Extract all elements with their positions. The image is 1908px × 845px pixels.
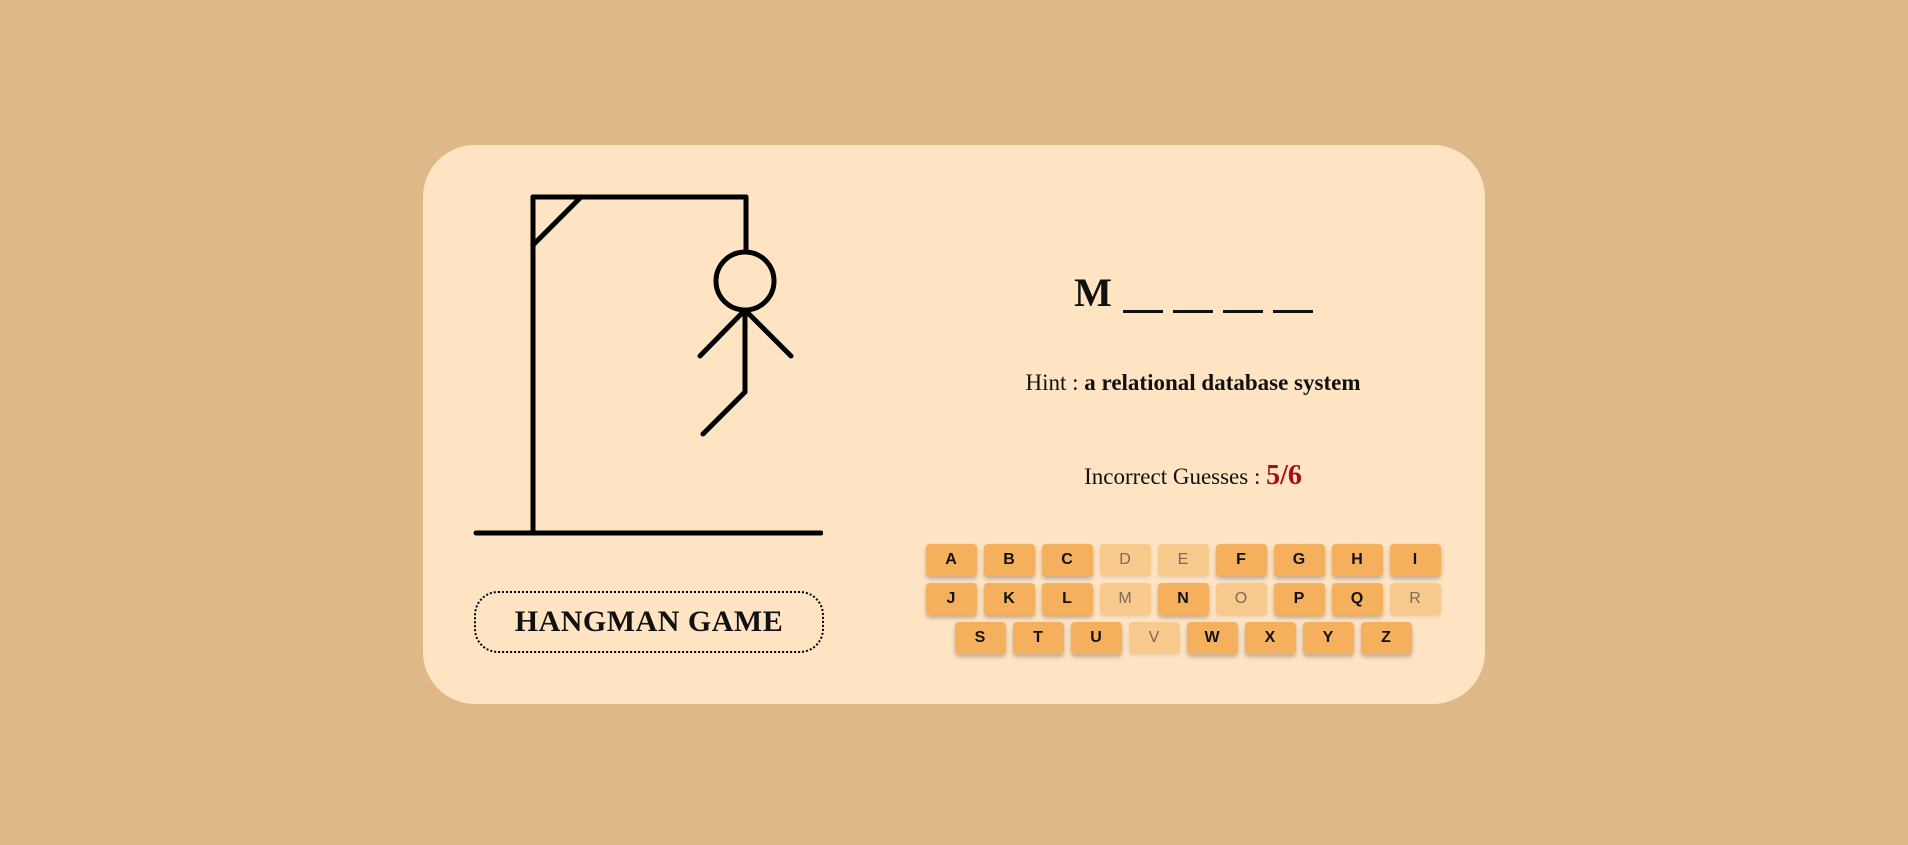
hint-text: a relational database system	[1084, 370, 1361, 395]
hangman-left-leg	[700, 389, 748, 437]
gallows-brace	[530, 194, 584, 248]
hangman-left-arm	[697, 307, 748, 359]
key-o-button: O	[1215, 583, 1267, 615]
key-a-button[interactable]: A	[925, 544, 977, 576]
key-s-button[interactable]: S	[954, 622, 1006, 654]
word-blank	[1123, 273, 1163, 313]
word-display: M	[1033, 253, 1353, 313]
hint: Hint : a relational database system	[983, 370, 1403, 396]
word-letter: M	[1074, 270, 1112, 315]
key-l-button[interactable]: L	[1041, 583, 1093, 615]
key-t-button[interactable]: T	[1012, 622, 1064, 654]
keyboard-row: JKLMNOPQR	[913, 583, 1453, 615]
word-blank	[1173, 273, 1213, 313]
key-w-button[interactable]: W	[1186, 622, 1238, 654]
key-f-button[interactable]: F	[1215, 544, 1267, 576]
key-c-button[interactable]: C	[1041, 544, 1093, 576]
incorrect-guesses-count: 5/6	[1266, 460, 1302, 491]
hint-label: Hint :	[1025, 370, 1085, 395]
hangman-drawing	[473, 194, 823, 536]
key-e-button: E	[1157, 544, 1209, 576]
key-p-button[interactable]: P	[1273, 583, 1325, 615]
key-i-button[interactable]: I	[1389, 544, 1441, 576]
incorrect-guesses: Incorrect Guesses : 5/6	[983, 460, 1403, 492]
word-blank	[1223, 273, 1263, 313]
key-y-button[interactable]: Y	[1302, 622, 1354, 654]
key-m-button: M	[1099, 583, 1151, 615]
key-k-button[interactable]: K	[983, 583, 1035, 615]
key-n-button[interactable]: N	[1157, 583, 1209, 615]
keyboard-row: STUVWXYZ	[913, 622, 1453, 654]
key-j-button[interactable]: J	[925, 583, 977, 615]
game-card: HANGMAN GAME M Hint : a relational datab…	[423, 145, 1485, 704]
word-blank	[1273, 273, 1313, 313]
key-g-button[interactable]: G	[1273, 544, 1325, 576]
hangman-right-arm	[742, 307, 794, 359]
key-u-button[interactable]: U	[1070, 622, 1122, 654]
key-b-button[interactable]: B	[983, 544, 1035, 576]
key-z-button[interactable]: Z	[1360, 622, 1412, 654]
hangman-head	[713, 249, 777, 313]
keyboard-row: ABCDEFGHI	[913, 544, 1453, 576]
key-x-button[interactable]: X	[1244, 622, 1296, 654]
letter-keyboard: ABCDEFGHI JKLMNOPQR STUVWXYZ	[913, 544, 1453, 661]
key-q-button[interactable]: Q	[1331, 583, 1383, 615]
key-v-button: V	[1128, 622, 1180, 654]
incorrect-guesses-label: Incorrect Guesses :	[1084, 464, 1267, 489]
game-title: HANGMAN GAME	[474, 591, 824, 653]
key-h-button[interactable]: H	[1331, 544, 1383, 576]
key-d-button: D	[1099, 544, 1151, 576]
key-r-button: R	[1389, 583, 1441, 615]
